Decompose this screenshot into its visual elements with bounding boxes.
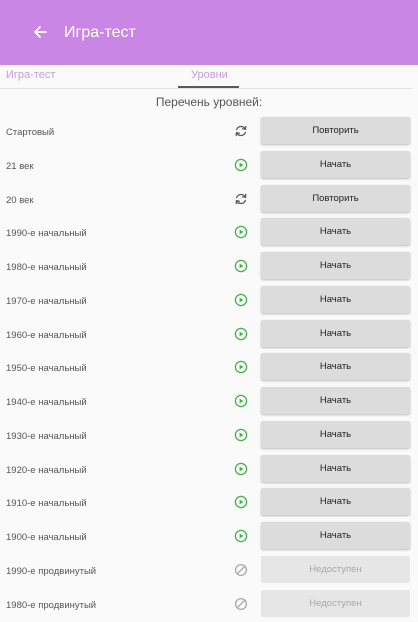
level-row: 20 век Повторить [0,184,418,218]
level-row: 1980-е продвинутый Недоступен [0,589,418,622]
level-row: 21 век Начать [0,150,418,184]
back-button[interactable] [30,22,50,42]
level-name: 1980-е начальный [6,262,87,273]
start-level-button[interactable]: Начать [261,488,410,516]
play-icon [234,158,248,172]
play-icon [234,259,248,273]
level-row: 1990-е начальный Начать [0,217,418,251]
level-name: 1990-е продвинутый [6,565,97,577]
level-row: 1990-е продвинутый Недоступен [0,555,418,589]
level-row: 1910-е начальный Начать [0,487,418,521]
refresh-icon [234,124,248,138]
play-icon [234,529,248,543]
level-name: 1910-е начальный [6,498,87,510]
start-level-button[interactable]: Начать [261,387,410,414]
tabs-divider [0,88,413,89]
page-title: Игра-тест [64,24,136,41]
level-name: 1980-е продвинутый [6,599,97,611]
tab-levels[interactable]: Уровни [191,69,228,81]
level-name: 1960-е начальный [6,329,87,341]
start-level-button[interactable]: Начать [261,319,410,347]
level-row: 1920-е начальный Начать [0,454,418,488]
levels-list: Стартовый Повторить 21 век Начать 20 век Повт… [0,116,418,622]
level-name: 21 век [6,160,34,172]
play-icon [234,428,248,442]
levels-list-header: Перечень уровней: [155,95,263,109]
level-name: 20 век [6,194,34,206]
play-icon [234,360,248,374]
level-name: 1920-е начальный [6,464,87,476]
refresh-icon [234,192,248,206]
repeat-level-button[interactable]: Повторить [261,117,410,144]
start-level-button[interactable]: Начать [261,285,410,313]
level-name: 1970-е начальный [6,295,87,307]
repeat-level-button[interactable]: Повторить [261,184,410,212]
level-row: 1960-е начальный Начать [0,319,418,353]
play-icon [234,327,248,341]
play-icon [234,394,248,408]
start-level-button[interactable]: Начать [261,218,410,246]
level-name: 1990-е начальный [6,228,87,240]
start-level-button[interactable]: Начать [261,252,410,279]
play-icon [234,293,248,307]
tab-bar: Игра-тест Уровни [0,65,418,89]
level-row: 1900-е начальный Начать [0,521,418,555]
level-row: 1950-е начальный Начать [0,352,418,386]
play-icon [234,225,248,239]
play-icon [234,462,248,476]
tab-game-test[interactable]: Игра-тест [6,69,55,81]
level-name: 1950-е начальный [6,363,87,375]
level-row: Стартовый Повторить [0,116,418,150]
level-name: Стартовый [6,127,55,138]
unavailable-level-button: Недоступен [261,589,410,617]
play-icon [234,495,248,509]
level-row: 1980-е начальный Начать [0,251,418,285]
start-level-button[interactable]: Начать [261,522,410,549]
level-row: 1970-е начальный Начать [0,285,418,319]
level-row: 1930-е начальный Начать [0,420,418,454]
level-name: 1900-е начальный [6,532,87,543]
arrow-back-icon [34,26,47,38]
start-level-button[interactable]: Начать [261,454,410,482]
blocked-icon [234,597,248,611]
blocked-icon [234,563,248,577]
unavailable-level-button: Недоступен [261,555,410,583]
start-level-button[interactable]: Начать [261,420,410,448]
start-level-button[interactable]: Начать [261,150,410,178]
level-name: 1940-е начальный [6,397,87,408]
app-bar: Игра-тест [0,0,418,65]
start-level-button[interactable]: Начать [261,353,410,381]
level-name: 1930-е начальный [6,430,87,442]
level-row: 1940-е начальный Начать [0,386,418,420]
